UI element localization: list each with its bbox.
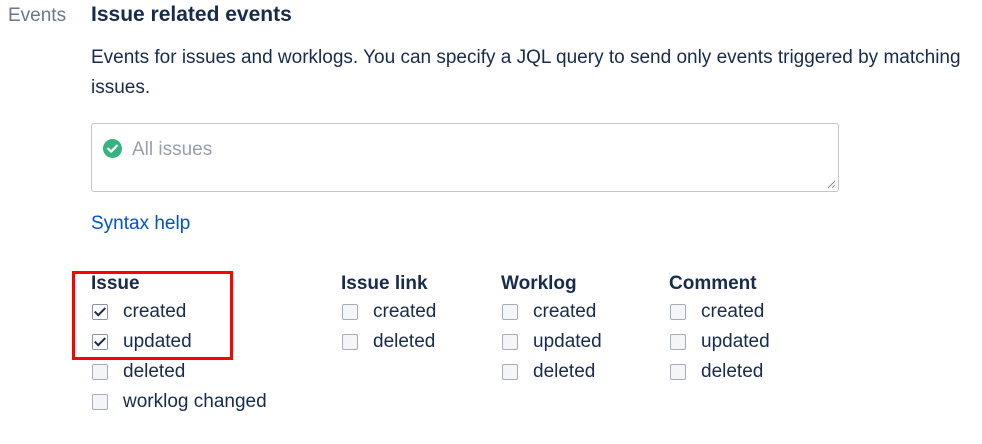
issue-worklog-changed-checkbox[interactable] xyxy=(92,394,108,410)
issue-worklog-changed-row[interactable]: worklog changed xyxy=(91,387,267,417)
issue-updated-checkbox[interactable] xyxy=(92,334,108,350)
checkbox-label: updated xyxy=(123,331,192,352)
jql-query-field[interactable]: All issues xyxy=(91,123,839,192)
issue-link-group-title: Issue link xyxy=(341,273,428,294)
issue-created-checkbox[interactable] xyxy=(92,304,108,320)
checkbox-label: updated xyxy=(533,331,602,352)
issue-link-deleted-row[interactable]: deleted xyxy=(341,327,436,357)
check-circle-icon xyxy=(103,139,122,158)
issue-link-created-checkbox[interactable] xyxy=(342,304,358,320)
worklog-created-row[interactable]: created xyxy=(501,297,602,327)
issue-group-title: Issue xyxy=(91,273,140,294)
worklog-updated-checkbox[interactable] xyxy=(502,334,518,350)
worklog-event-group: Worklog created updated deleted xyxy=(501,271,602,387)
comment-updated-row[interactable]: updated xyxy=(669,327,770,357)
checkbox-label: deleted xyxy=(701,361,764,382)
issue-link-created-row[interactable]: created xyxy=(341,297,436,327)
issue-link-deleted-checkbox[interactable] xyxy=(342,334,358,350)
issue-event-group: Issue created updated deleted worklog ch… xyxy=(91,271,267,417)
checkbox-label: created xyxy=(533,301,597,322)
worklog-deleted-checkbox[interactable] xyxy=(502,364,518,380)
checkbox-label: updated xyxy=(701,331,770,352)
comment-event-group: Comment created updated deleted xyxy=(669,271,770,387)
worklog-deleted-row[interactable]: deleted xyxy=(501,357,602,387)
section-description: Events for issues and worklogs. You can … xyxy=(91,47,961,98)
section-title: Issue related events xyxy=(91,3,292,26)
checkbox-label: created xyxy=(373,301,437,322)
issue-link-event-group: Issue link created deleted xyxy=(341,271,436,357)
checkbox-label: deleted xyxy=(123,361,186,382)
checkbox-label: deleted xyxy=(373,331,436,352)
checkbox-label: worklog changed xyxy=(123,391,267,412)
checkbox-label: created xyxy=(701,301,765,322)
comment-created-checkbox[interactable] xyxy=(670,304,686,320)
resize-handle-icon[interactable] xyxy=(827,180,836,189)
issue-updated-row[interactable]: updated xyxy=(91,327,267,357)
issue-deleted-checkbox[interactable] xyxy=(92,364,108,380)
events-side-label: Events xyxy=(8,5,67,26)
worklog-group-title: Worklog xyxy=(501,273,577,294)
comment-created-row[interactable]: created xyxy=(669,297,770,327)
comment-updated-checkbox[interactable] xyxy=(670,334,686,350)
comment-deleted-row[interactable]: deleted xyxy=(669,357,770,387)
checkbox-label: created xyxy=(123,301,187,322)
syntax-help-link[interactable]: Syntax help xyxy=(91,213,190,235)
jql-placeholder: All issues xyxy=(132,139,213,160)
worklog-updated-row[interactable]: updated xyxy=(501,327,602,357)
issue-deleted-row[interactable]: deleted xyxy=(91,357,267,387)
comment-group-title: Comment xyxy=(669,273,757,294)
worklog-created-checkbox[interactable] xyxy=(502,304,518,320)
checkbox-label: deleted xyxy=(533,361,596,382)
issue-created-row[interactable]: created xyxy=(91,297,267,327)
comment-deleted-checkbox[interactable] xyxy=(670,364,686,380)
